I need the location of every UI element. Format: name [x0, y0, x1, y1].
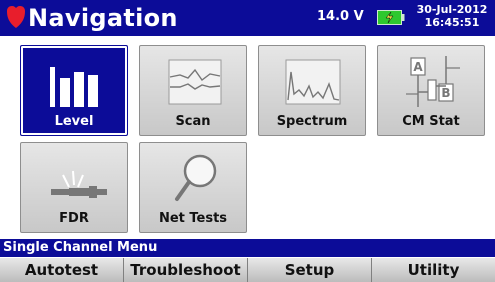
net-tests-tile[interactable]: Net Tests: [139, 142, 247, 233]
voltage-readout: 14.0 V: [317, 9, 364, 24]
magnifier-icon: [175, 154, 217, 201]
datetime: 30-Jul-2012 16:45:51: [412, 3, 492, 29]
softkey-bar: Autotest Troubleshoot Setup Utility: [0, 258, 495, 282]
scan-waveform-icon: [168, 59, 222, 105]
level-bars-icon: [50, 67, 98, 107]
battery-charging-icon: [377, 10, 405, 25]
shield-icon: [7, 6, 25, 28]
navigation-grid: Level Scan Spectrum A B CM Stat FDR Net …: [0, 36, 495, 237]
tile-label: Level: [54, 114, 94, 129]
time: 16:45:51: [424, 16, 480, 29]
spectrum-tile[interactable]: Spectrum: [258, 45, 366, 136]
fdr-cable-icon: [51, 170, 107, 198]
setup-softkey[interactable]: Setup: [248, 258, 372, 282]
svg-text:A: A: [413, 60, 423, 74]
fdr-tile[interactable]: FDR: [20, 142, 128, 233]
spectrum-graph-icon: [285, 59, 341, 105]
scan-tile[interactable]: Scan: [139, 45, 247, 136]
cm-stat-icon: A B: [406, 56, 460, 107]
tile-label: Net Tests: [158, 211, 228, 226]
menu-title-bar: Single Channel Menu: [0, 239, 495, 257]
page-title: Navigation: [28, 4, 178, 32]
cm-stat-tile[interactable]: A B CM Stat: [377, 45, 485, 136]
tile-label: Scan: [175, 114, 211, 129]
tile-label: Spectrum: [276, 114, 348, 129]
tile-label: FDR: [59, 211, 89, 226]
autotest-softkey[interactable]: Autotest: [0, 258, 124, 282]
svg-text:B: B: [441, 86, 450, 100]
troubleshoot-softkey[interactable]: Troubleshoot: [124, 258, 248, 282]
date: 30-Jul-2012: [416, 3, 488, 16]
utility-softkey[interactable]: Utility: [372, 258, 495, 282]
level-tile[interactable]: Level: [20, 45, 128, 136]
title-bar: Navigation 14.0 V 30-Jul-2012 16:45:51: [0, 0, 495, 36]
tile-label: CM Stat: [402, 114, 460, 129]
menu-title: Single Channel Menu: [3, 240, 158, 255]
